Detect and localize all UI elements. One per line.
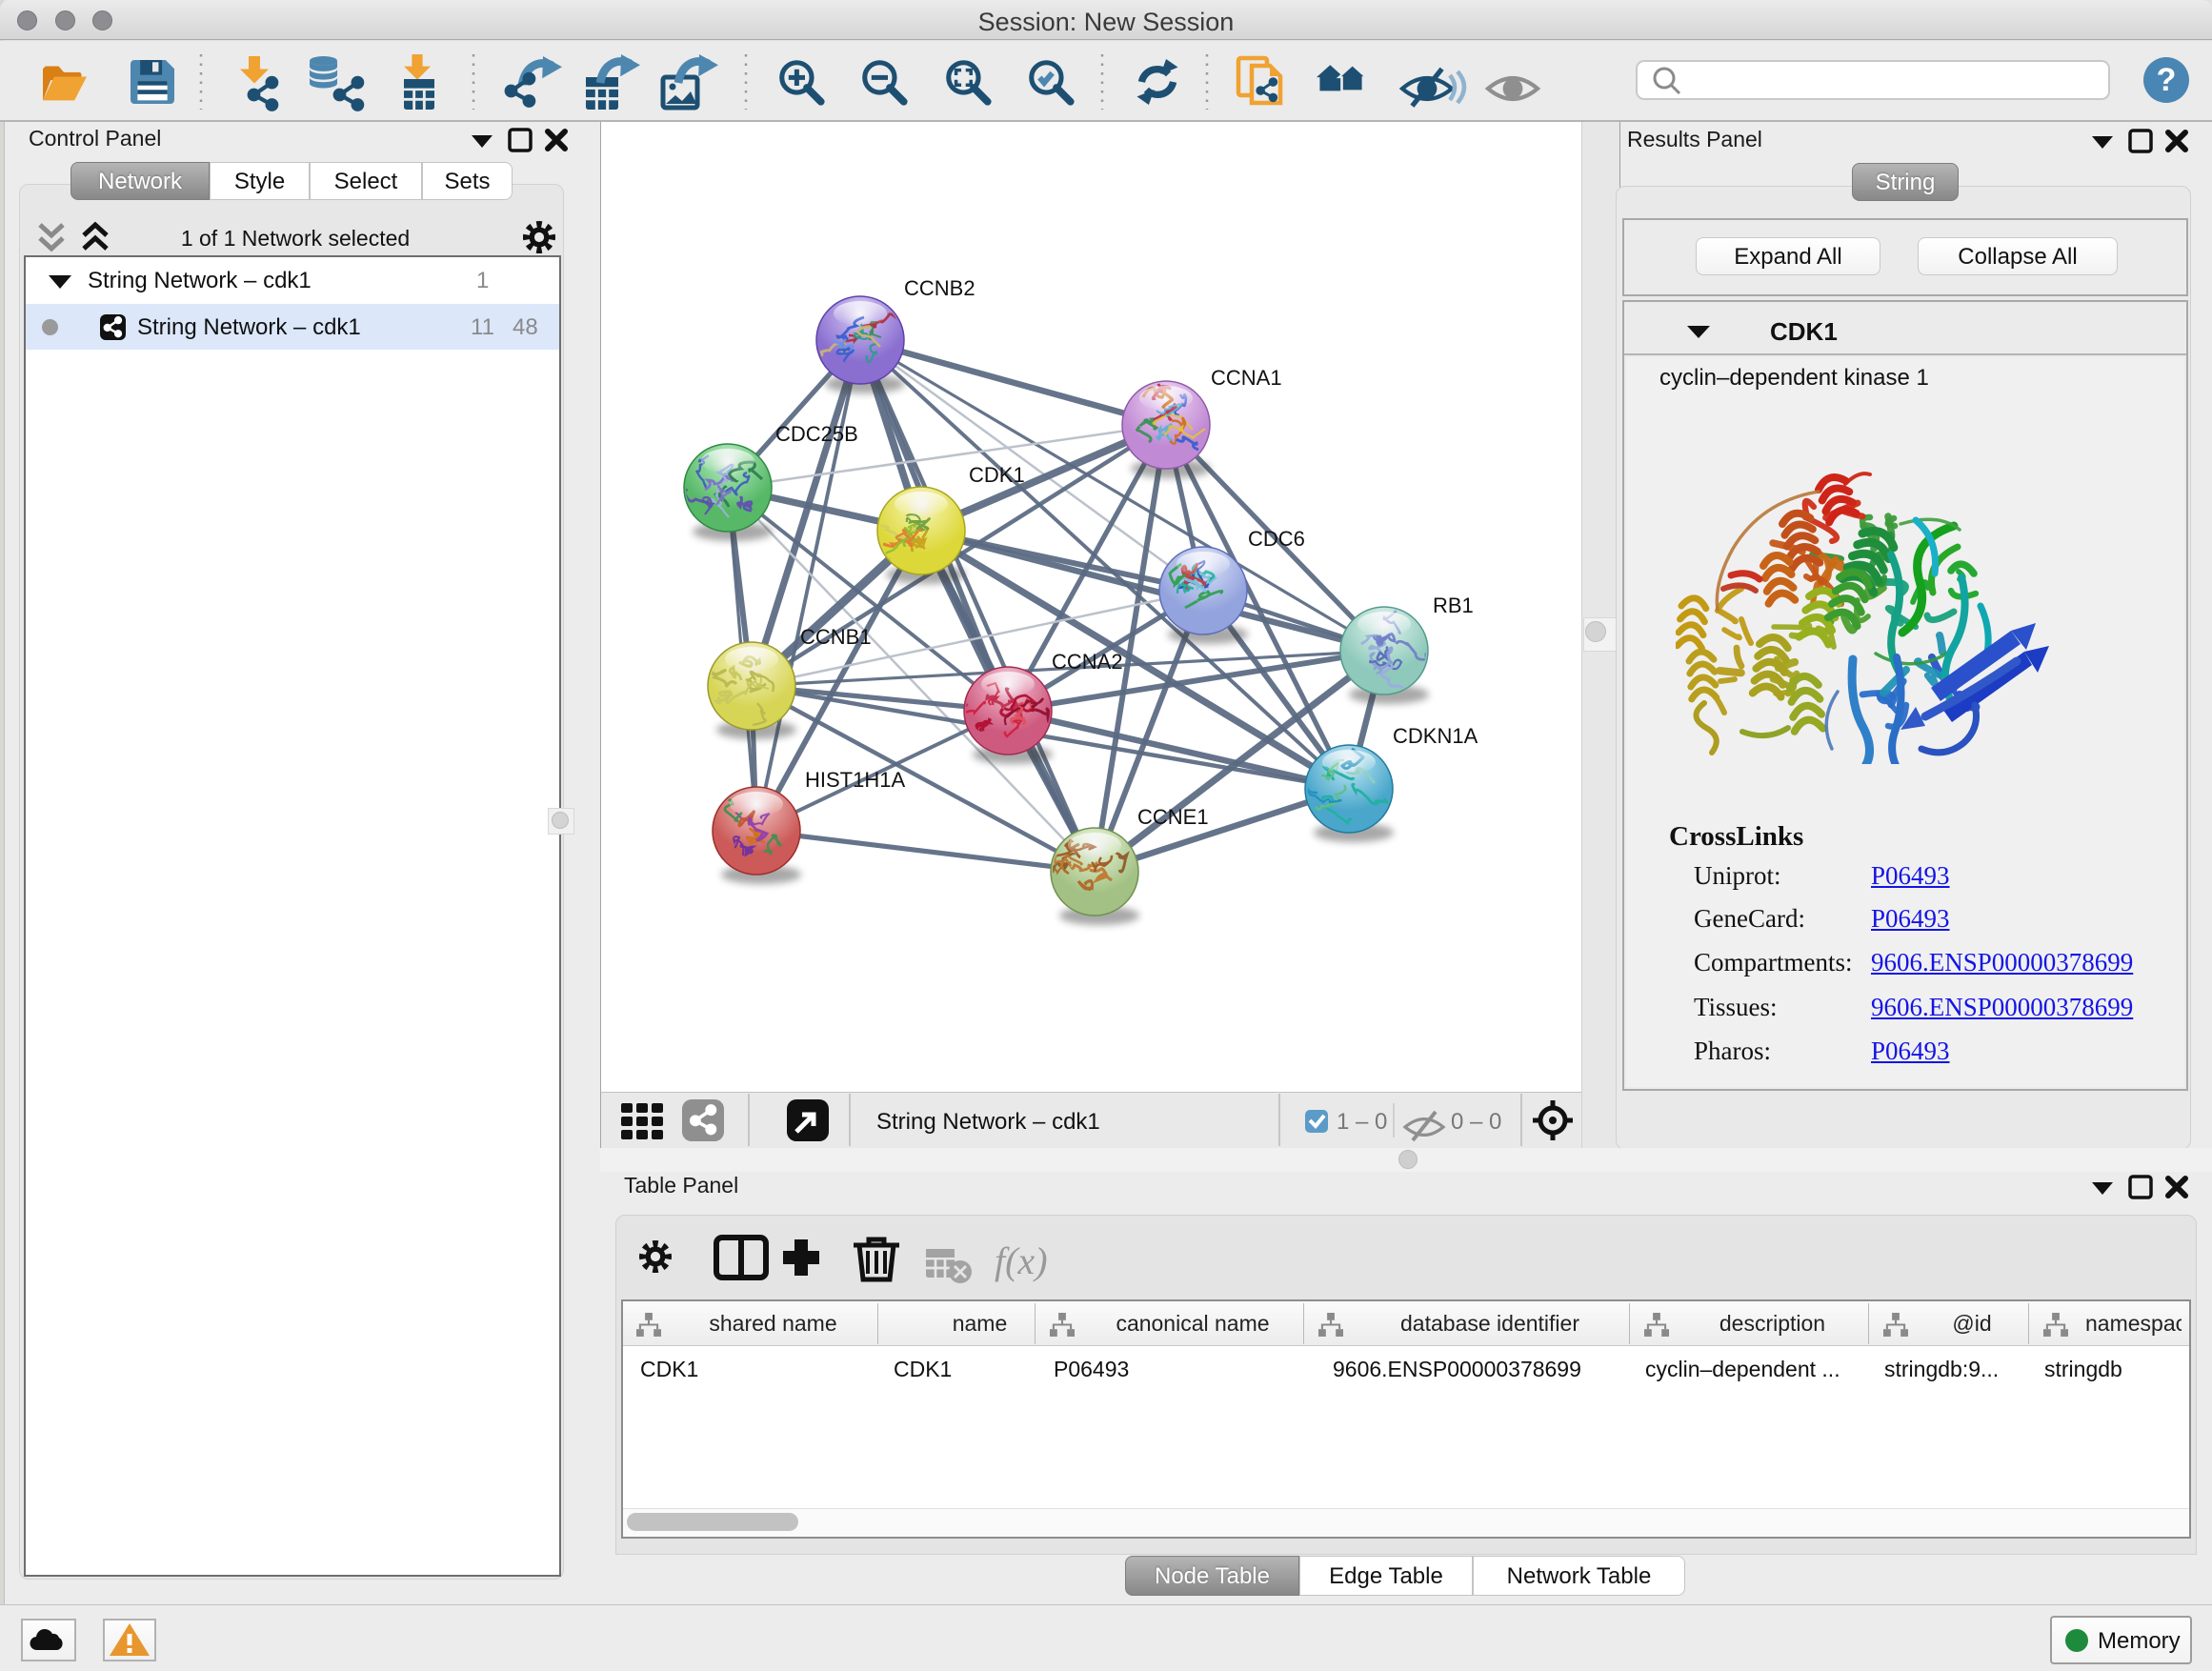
svg-text:f(x): f(x) bbox=[995, 1239, 1048, 1282]
svg-text:CDC6: CDC6 bbox=[1248, 527, 1305, 551]
svg-text:1 – 0: 1 – 0 bbox=[1337, 1109, 1387, 1135]
svg-text:String Network – cdk1: String Network – cdk1 bbox=[876, 1109, 1100, 1135]
svg-text:CDC25B: CDC25B bbox=[775, 422, 858, 446]
svg-text:RB1: RB1 bbox=[1433, 594, 1474, 617]
svg-text:CCNE1: CCNE1 bbox=[1137, 805, 1209, 829]
svg-text:CCNB1: CCNB1 bbox=[800, 625, 872, 649]
svg-text:HIST1H1A: HIST1H1A bbox=[805, 768, 905, 792]
svg-text:CDKN1A: CDKN1A bbox=[1393, 724, 1478, 748]
svg-text:CCNB2: CCNB2 bbox=[904, 276, 975, 300]
svg-text:0 – 0: 0 – 0 bbox=[1451, 1109, 1501, 1135]
svg-text:CCNA2: CCNA2 bbox=[1052, 650, 1123, 674]
svg-text:CCNA1: CCNA1 bbox=[1211, 366, 1282, 390]
svg-text:CDK1: CDK1 bbox=[969, 463, 1025, 487]
